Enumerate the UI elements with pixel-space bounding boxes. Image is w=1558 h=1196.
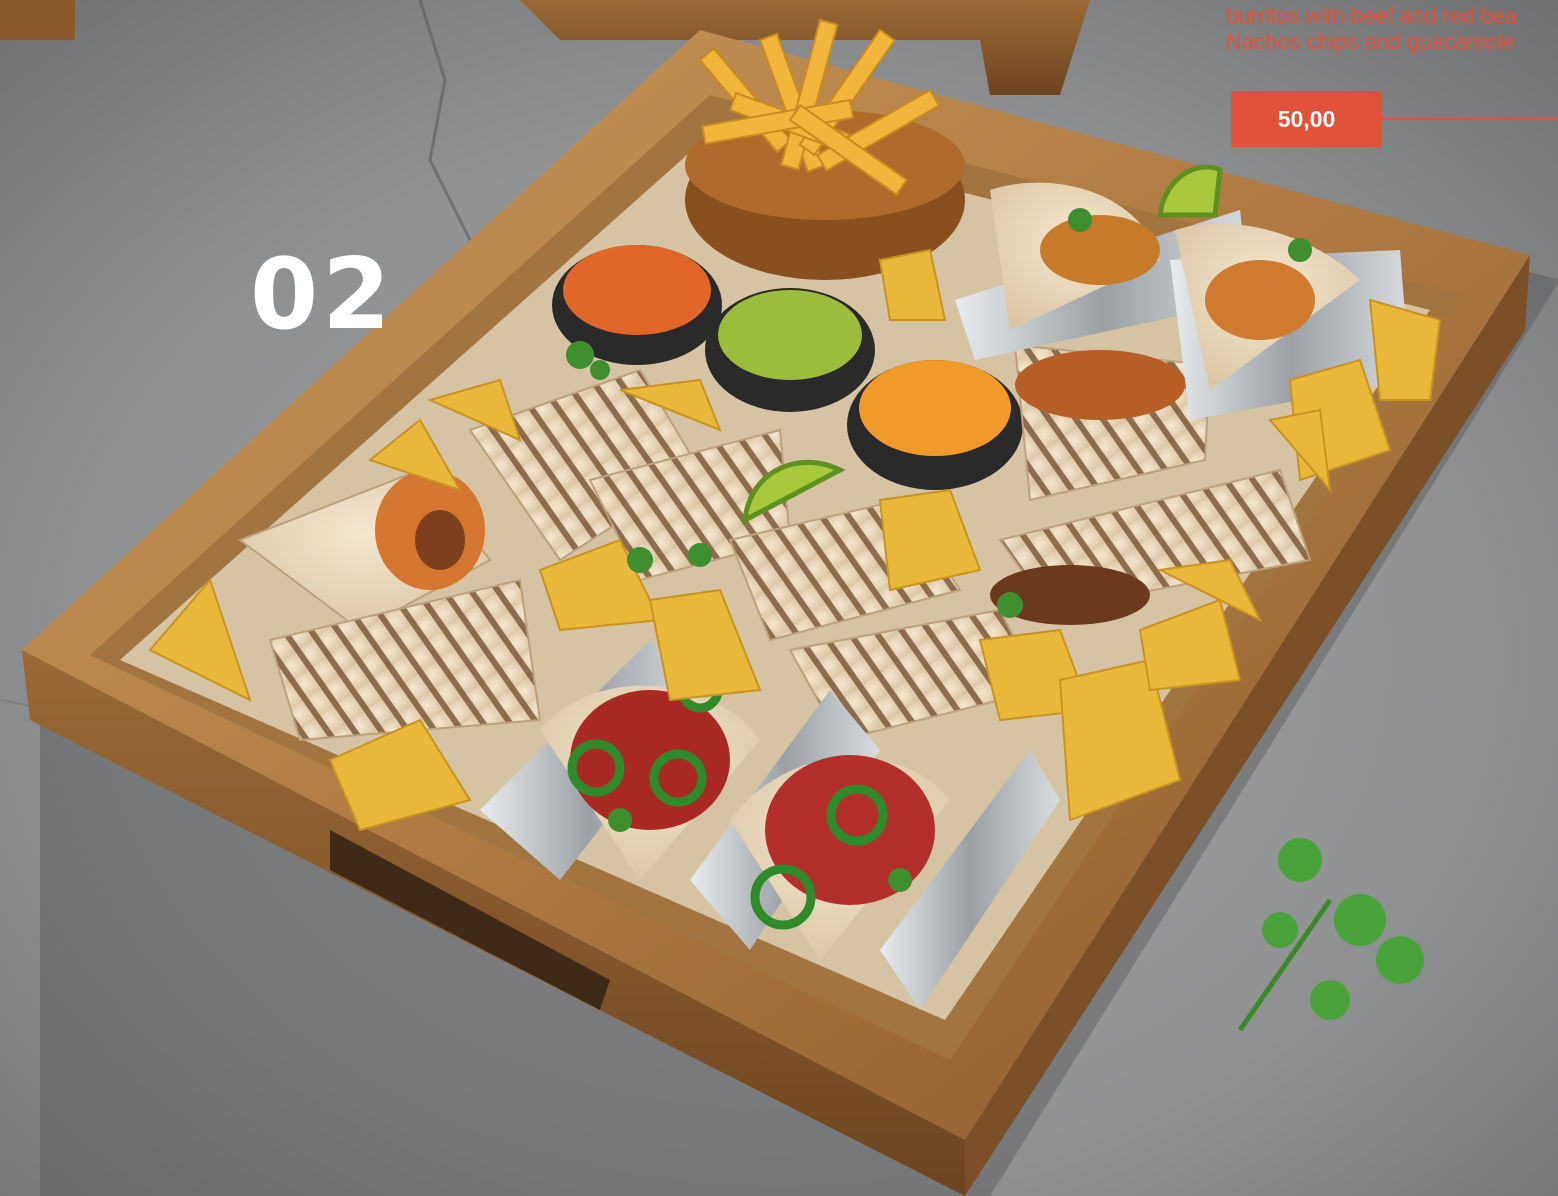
food-photo bbox=[0, 0, 1558, 1196]
description-line-1: burritos with beef and red bea bbox=[1226, 3, 1518, 28]
price-divider-line bbox=[1382, 118, 1558, 120]
item-number: 02 bbox=[250, 238, 395, 352]
description-line-2: Nachos chips and guacamole bbox=[1226, 29, 1515, 54]
price-value: 50,00 bbox=[1277, 105, 1336, 132]
price-badge: 50,00 bbox=[1231, 91, 1382, 147]
item-description: burritos with beef and red bea Nachos ch… bbox=[1226, 3, 1558, 55]
